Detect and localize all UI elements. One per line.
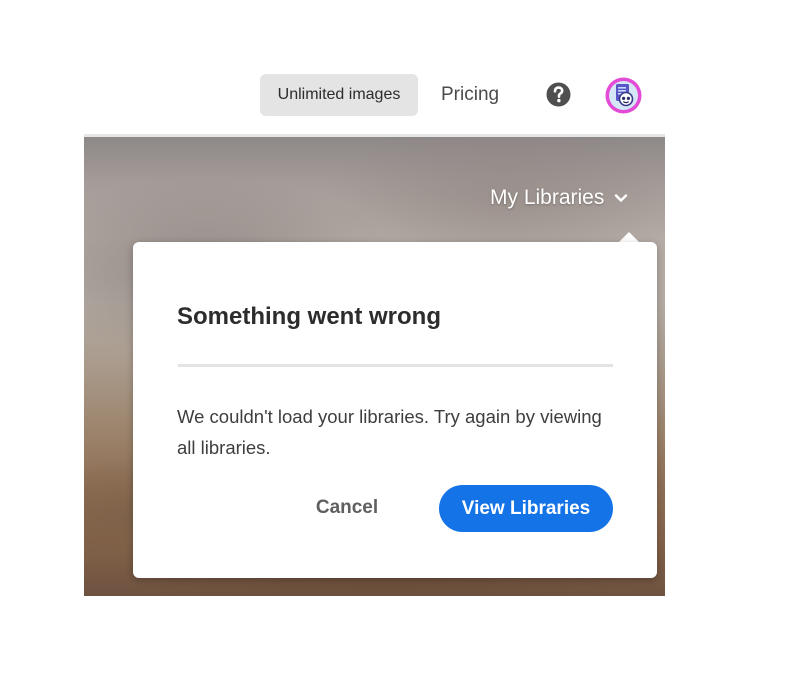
help-icon[interactable] bbox=[546, 82, 571, 107]
chevron-down-icon bbox=[615, 194, 628, 202]
view-libraries-button[interactable]: View Libraries bbox=[439, 485, 613, 532]
dialog-title: Something went wrong bbox=[177, 303, 441, 330]
pricing-link[interactable]: Pricing bbox=[441, 84, 499, 106]
avatar[interactable] bbox=[605, 77, 642, 114]
page: Unlimited images Pricing My Libraries So… bbox=[0, 0, 787, 679]
error-dialog: Something went wrong We couldn't load yo… bbox=[133, 242, 657, 578]
cancel-button[interactable]: Cancel bbox=[293, 485, 401, 531]
my-libraries-dropdown[interactable]: My Libraries bbox=[490, 184, 628, 212]
dialog-divider bbox=[178, 364, 613, 367]
dialog-message: We couldn't load your libraries. Try aga… bbox=[177, 406, 602, 458]
my-libraries-label: My Libraries bbox=[490, 186, 605, 209]
unlimited-images-button[interactable]: Unlimited images bbox=[260, 74, 418, 116]
